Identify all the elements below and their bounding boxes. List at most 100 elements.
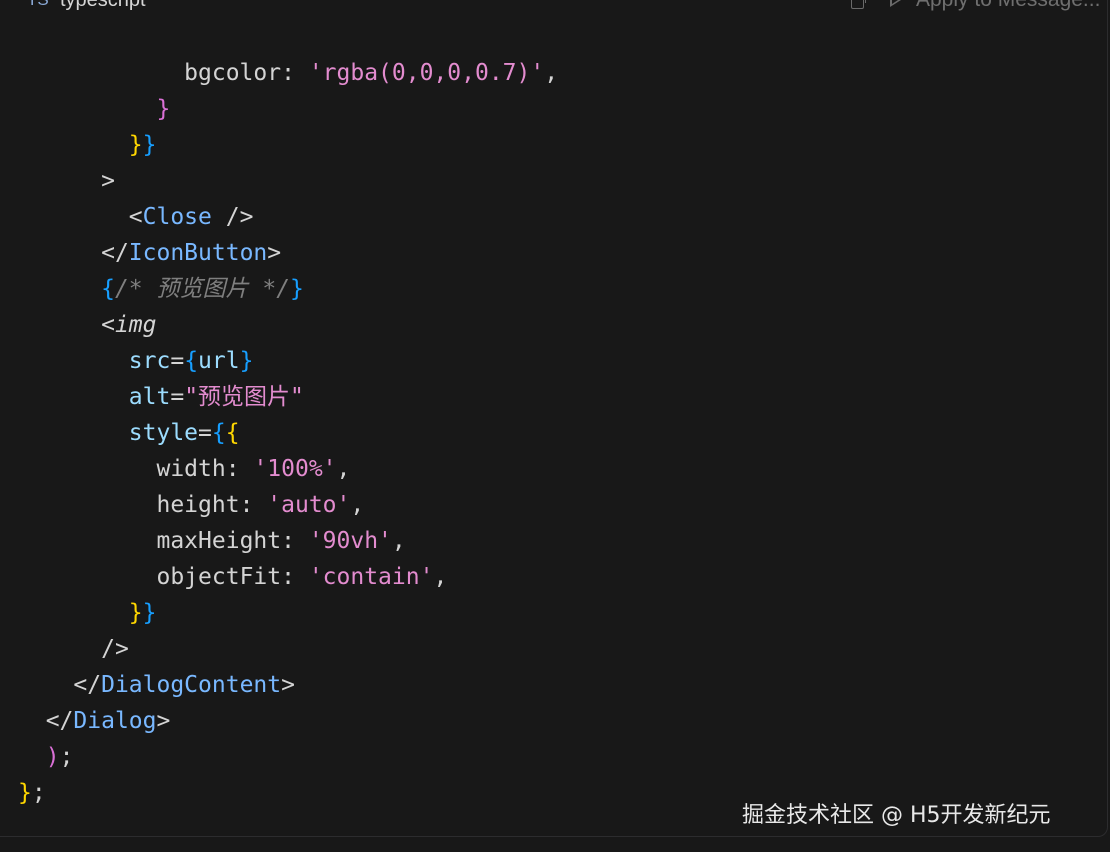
code-token: = <box>198 420 212 446</box>
code-content[interactable]: bgcolor: 'rgba(0,0,0,0.7)', } }} > <Clos… <box>18 55 558 811</box>
code-line: </DialogContent> <box>18 667 558 703</box>
code-token: maxHeight <box>156 528 282 554</box>
code-token: } <box>128 132 143 158</box>
code-token: IconButton <box>128 240 268 266</box>
code-line: maxHeight: '90vh', <box>18 523 558 559</box>
code-line: style={{ <box>18 415 558 451</box>
code-line: ); <box>18 739 558 775</box>
code-token: /> <box>101 636 129 662</box>
code-line: <img <box>18 307 558 343</box>
code-token: } <box>156 96 171 122</box>
code-line: /> <box>18 631 558 667</box>
code-token: Dialog <box>73 708 157 734</box>
code-line: <Close /> <box>18 199 558 235</box>
code-token: > <box>156 708 171 734</box>
code-token: height <box>156 492 240 518</box>
code-token: , <box>544 60 559 86</box>
code-token: 'rgba(0,0,0,0.7)' <box>308 60 545 86</box>
language-label: typescript <box>60 0 146 11</box>
code-line: bgcolor: 'rgba(0,0,0,0.7)', <box>18 55 558 91</box>
code-token: style <box>128 420 199 446</box>
code-token: width <box>156 456 226 482</box>
code-token: /> <box>211 204 254 230</box>
code-token: url <box>198 348 240 374</box>
code-token: } <box>142 132 157 158</box>
code-token: } <box>290 276 304 302</box>
code-line: alt="预览图片" <box>18 379 558 415</box>
code-token: "预览图片" <box>184 384 304 410</box>
code-token: > <box>281 672 295 698</box>
code-token: = <box>170 384 185 410</box>
code-line: height: 'auto', <box>18 487 558 523</box>
copy-icon[interactable] <box>851 0 866 9</box>
code-token: Close <box>142 204 212 230</box>
code-line: </Dialog> <box>18 703 558 739</box>
code-token: ; <box>31 780 46 806</box>
code-token: </ <box>101 240 129 266</box>
code-token: { <box>225 420 240 446</box>
code-token: 'auto' <box>267 492 351 518</box>
code-token: > <box>267 240 282 266</box>
code-token: { <box>101 276 115 302</box>
code-line: }} <box>18 127 558 163</box>
code-token: } <box>128 600 143 626</box>
code-token: /* 预览图片 */ <box>114 276 291 302</box>
code-token: } <box>18 780 32 806</box>
code-token: } <box>142 600 157 626</box>
watermark: 掘金技术社区 @ H5开发新纪元 <box>742 803 1051 828</box>
code-token: DialogContent <box>101 672 282 698</box>
code-panel: TS typescript Apply to Message... bgcolo… <box>0 0 1110 852</box>
code-token: : <box>281 564 309 590</box>
code-token: < <box>128 204 143 230</box>
code-token: '100%' <box>253 456 337 482</box>
code-token: } <box>239 348 254 374</box>
code-token: : <box>225 456 254 482</box>
code-line: objectFit: 'contain', <box>18 559 558 595</box>
code-token: ; <box>59 744 74 770</box>
code-token: objectFit <box>156 564 282 590</box>
code-token: img <box>114 312 157 338</box>
code-token: , <box>391 528 406 554</box>
code-line: }} <box>18 595 558 631</box>
code-line: </IconButton> <box>18 235 558 271</box>
code-line: > <box>18 163 558 199</box>
code-token: '90vh' <box>308 528 392 554</box>
code-token: </ <box>73 672 102 698</box>
code-token: = <box>170 348 185 374</box>
code-token: , <box>336 456 351 482</box>
code-token: { <box>184 348 199 374</box>
code-line: {/* 预览图片 */} <box>18 271 558 307</box>
code-token: : <box>239 492 268 518</box>
code-token: , <box>350 492 365 518</box>
code-line: src={url} <box>18 343 558 379</box>
code-line: }; <box>18 775 558 811</box>
code-token: { <box>211 420 226 446</box>
code-line: } <box>18 91 558 127</box>
code-token: ) <box>45 744 60 770</box>
play-icon[interactable] <box>890 0 901 7</box>
code-line: width: '100%', <box>18 451 558 487</box>
code-token: > <box>101 168 115 194</box>
code-token: alt <box>128 384 171 410</box>
code-token: , <box>433 564 448 590</box>
code-token: < <box>101 312 115 338</box>
code-token: src <box>128 348 171 374</box>
apply-to-message-button[interactable]: Apply to Message... <box>916 0 1100 12</box>
